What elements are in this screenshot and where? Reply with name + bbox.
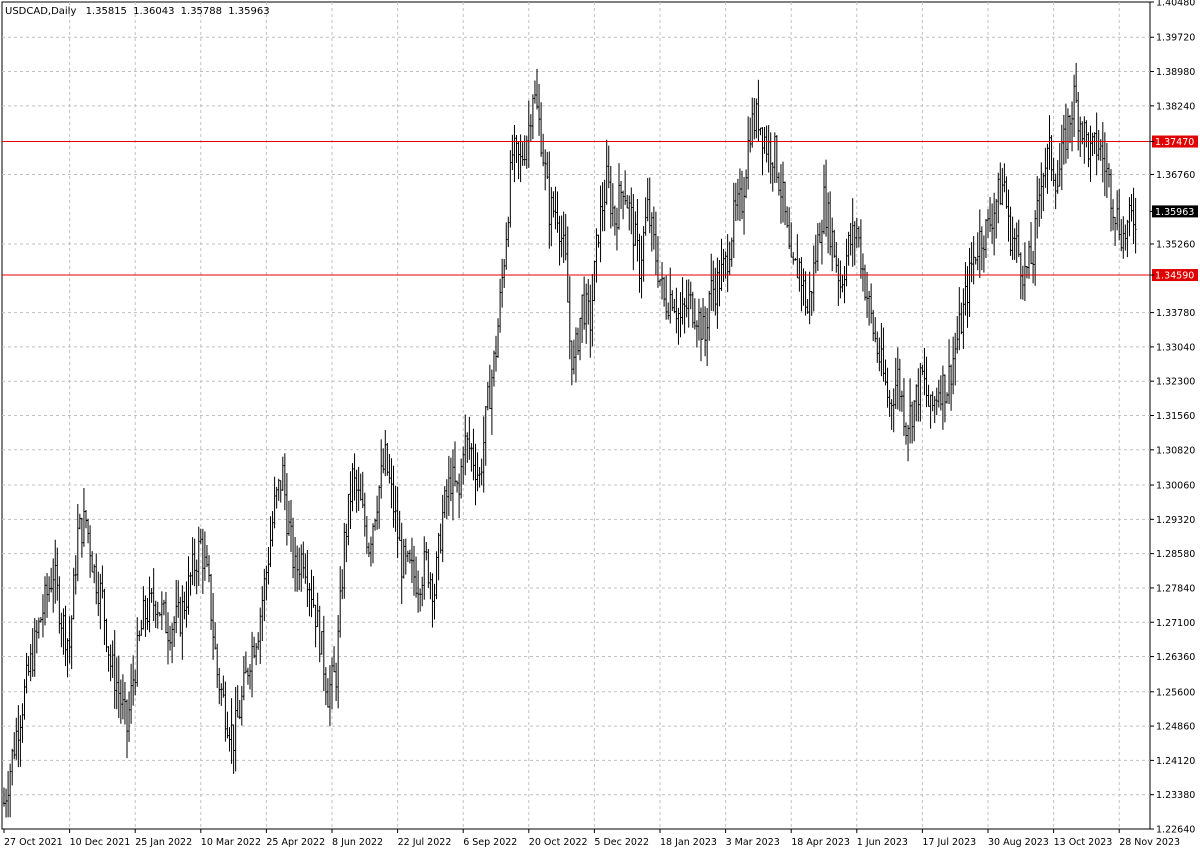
y-tick-label: 1.23380 (1156, 790, 1195, 801)
x-tick-label: 3 Mar 2023 (726, 837, 780, 848)
level-label: 1.37470 (1155, 137, 1194, 148)
x-tick-label: 10 Dec 2021 (70, 837, 131, 848)
x-tick-label: 27 Oct 2021 (4, 837, 63, 848)
level-label: 1.34590 (1155, 271, 1194, 282)
y-tick-label: 1.40480 (1156, 0, 1195, 9)
x-tick-label: 25 Apr 2022 (266, 837, 325, 848)
y-tick-label: 1.22640 (1156, 825, 1195, 836)
y-tick-label: 1.27840 (1156, 583, 1195, 594)
y-tick-label: 1.27100 (1156, 618, 1195, 629)
price-chart: 1.37470 1.34590 1.40480 1.39720 1.38980 1.38… (0, 0, 1200, 853)
x-tick-label: 18 Apr 2023 (791, 837, 850, 848)
y-tick-label: 1.26360 (1156, 652, 1195, 663)
y-tick-label: 1.36760 (1156, 170, 1195, 181)
x-tick-label: 1 Jun 2023 (857, 837, 908, 848)
chart-title: USDCAD,Daily 1.35815 1.36043 1.35788 1.3… (5, 6, 270, 17)
plot-area (1, 1, 1151, 830)
y-tick-label: 1.29320 (1156, 515, 1195, 526)
y-tick-label: 1.24860 (1156, 722, 1195, 733)
x-tick-label: 13 Oct 2023 (1054, 837, 1113, 848)
current-price-label: 1.35963 (1155, 207, 1194, 218)
y-tick-label: 1.38980 (1156, 67, 1195, 78)
chart-high: 1.36043 (133, 6, 174, 17)
y-tick-label: 1.31560 (1156, 411, 1195, 422)
x-tick-label: 8 Jun 2022 (332, 837, 383, 848)
chart-close: 1.35963 (228, 6, 269, 17)
time-axis: 27 Oct 2021 10 Dec 2021 25 Jan 2022 10 Mar … (3, 829, 1180, 848)
x-tick-label: 30 Aug 2023 (988, 837, 1049, 848)
x-tick-label: 5 Dec 2022 (594, 837, 649, 848)
x-tick-label: 10 Mar 2022 (201, 837, 261, 848)
y-tick-label: 1.30820 (1156, 445, 1195, 456)
x-tick-label: 6 Sep 2022 (463, 837, 517, 848)
y-tick-label: 1.39720 (1156, 33, 1195, 44)
chart-symbol: USDCAD,Daily (5, 6, 76, 17)
chart-open: 1.35815 (86, 6, 127, 17)
y-tick-label: 1.35260 (1156, 239, 1195, 250)
chart-low: 1.35788 (181, 6, 222, 17)
x-tick-label: 22 Jul 2022 (398, 837, 452, 848)
y-tick-label: 1.24120 (1156, 756, 1195, 767)
y-tick-label: 1.33040 (1156, 342, 1195, 353)
x-tick-label: 17 Jul 2023 (922, 837, 976, 848)
y-tick-label: 1.33780 (1156, 308, 1195, 319)
chart-canvas: 1.37470 1.34590 1.40480 1.39720 1.38980 1.38… (1, 0, 1198, 848)
y-tick-label: 1.30060 (1156, 481, 1195, 492)
x-tick-label: 20 Oct 2022 (529, 837, 588, 848)
x-tick-label: 18 Jan 2023 (660, 837, 717, 848)
x-tick-label: 25 Jan 2022 (135, 837, 192, 848)
y-tick-label: 1.28580 (1156, 549, 1195, 560)
y-tick-label: 1.25600 (1156, 687, 1195, 698)
y-tick-label: 1.38240 (1156, 101, 1195, 112)
price-axis: 1.40480 1.39720 1.38980 1.38240 1.36760 1.352… (1150, 0, 1198, 836)
x-tick-label: 28 Nov 2023 (1119, 837, 1180, 848)
y-tick-label: 1.32300 (1156, 377, 1195, 388)
